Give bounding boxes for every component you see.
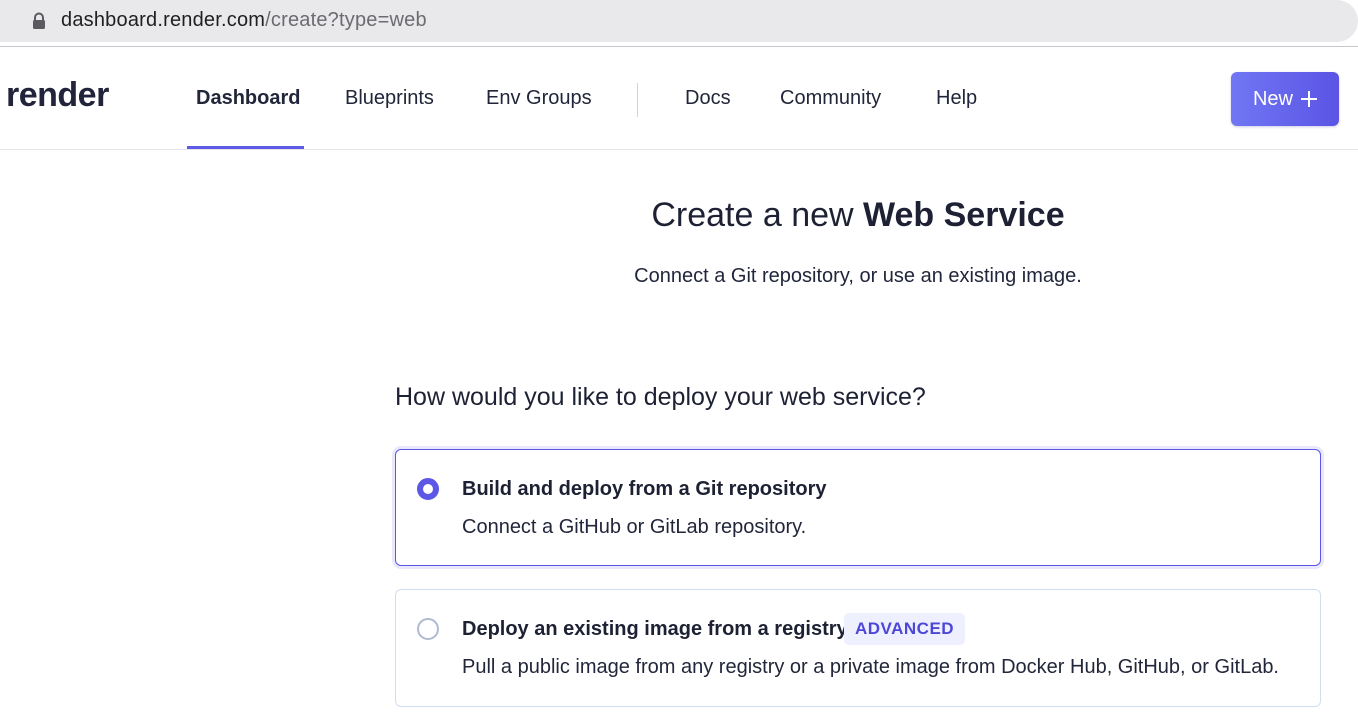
plus-icon xyxy=(1301,91,1317,107)
url-field[interactable]: dashboard.render.com/create?type=web xyxy=(0,0,1358,42)
deploy-method-question: How would you like to deploy your web se… xyxy=(395,383,926,411)
nav-item-help[interactable]: Help xyxy=(936,87,977,110)
page-title-service-type: Web Service xyxy=(863,196,1065,234)
new-button[interactable]: New xyxy=(1231,72,1339,126)
advanced-badge: ADVANCED xyxy=(844,613,966,645)
nav-item-env-groups[interactable]: Env Groups xyxy=(486,87,592,110)
option-title: Build and deploy from a Git repository xyxy=(462,478,827,500)
page-subtitle: Connect a Git repository, or use an exis… xyxy=(634,265,1082,287)
option-title: Deploy an existing image from a registry xyxy=(462,618,848,640)
browser-address-bar: dashboard.render.com/create?type=web xyxy=(0,0,1358,47)
nav-item-docs[interactable]: Docs xyxy=(685,87,731,110)
render-logo[interactable]: render xyxy=(6,76,109,115)
page-title-prefix: Create a new xyxy=(651,196,864,234)
url-host: dashboard.render.com xyxy=(61,9,266,31)
option-description: Pull a public image from any registry or… xyxy=(462,656,1279,678)
radio-selected-icon[interactable] xyxy=(417,478,439,500)
nav-item-dashboard[interactable]: Dashboard xyxy=(196,87,300,110)
option-description: Connect a GitHub or GitLab repository. xyxy=(462,516,807,538)
radio-unselected-icon[interactable] xyxy=(417,618,439,640)
top-nav: render Dashboard Blueprints Env Groups D… xyxy=(0,50,1358,150)
option-git-repository[interactable]: Build and deploy from a Git repository C… xyxy=(395,449,1321,566)
option-existing-image[interactable]: Deploy an existing image from a registry… xyxy=(395,589,1321,707)
url-text: dashboard.render.com/create?type=web xyxy=(61,9,427,32)
nav-item-blueprints[interactable]: Blueprints xyxy=(345,87,434,110)
lock-icon xyxy=(33,12,45,29)
new-button-label: New xyxy=(1252,87,1293,110)
url-path: /create?type=web xyxy=(265,9,427,31)
nav-divider xyxy=(637,83,638,117)
active-nav-indicator xyxy=(187,146,304,149)
nav-item-community[interactable]: Community xyxy=(780,87,881,110)
page-title: Create a new Web Service xyxy=(395,196,1321,235)
